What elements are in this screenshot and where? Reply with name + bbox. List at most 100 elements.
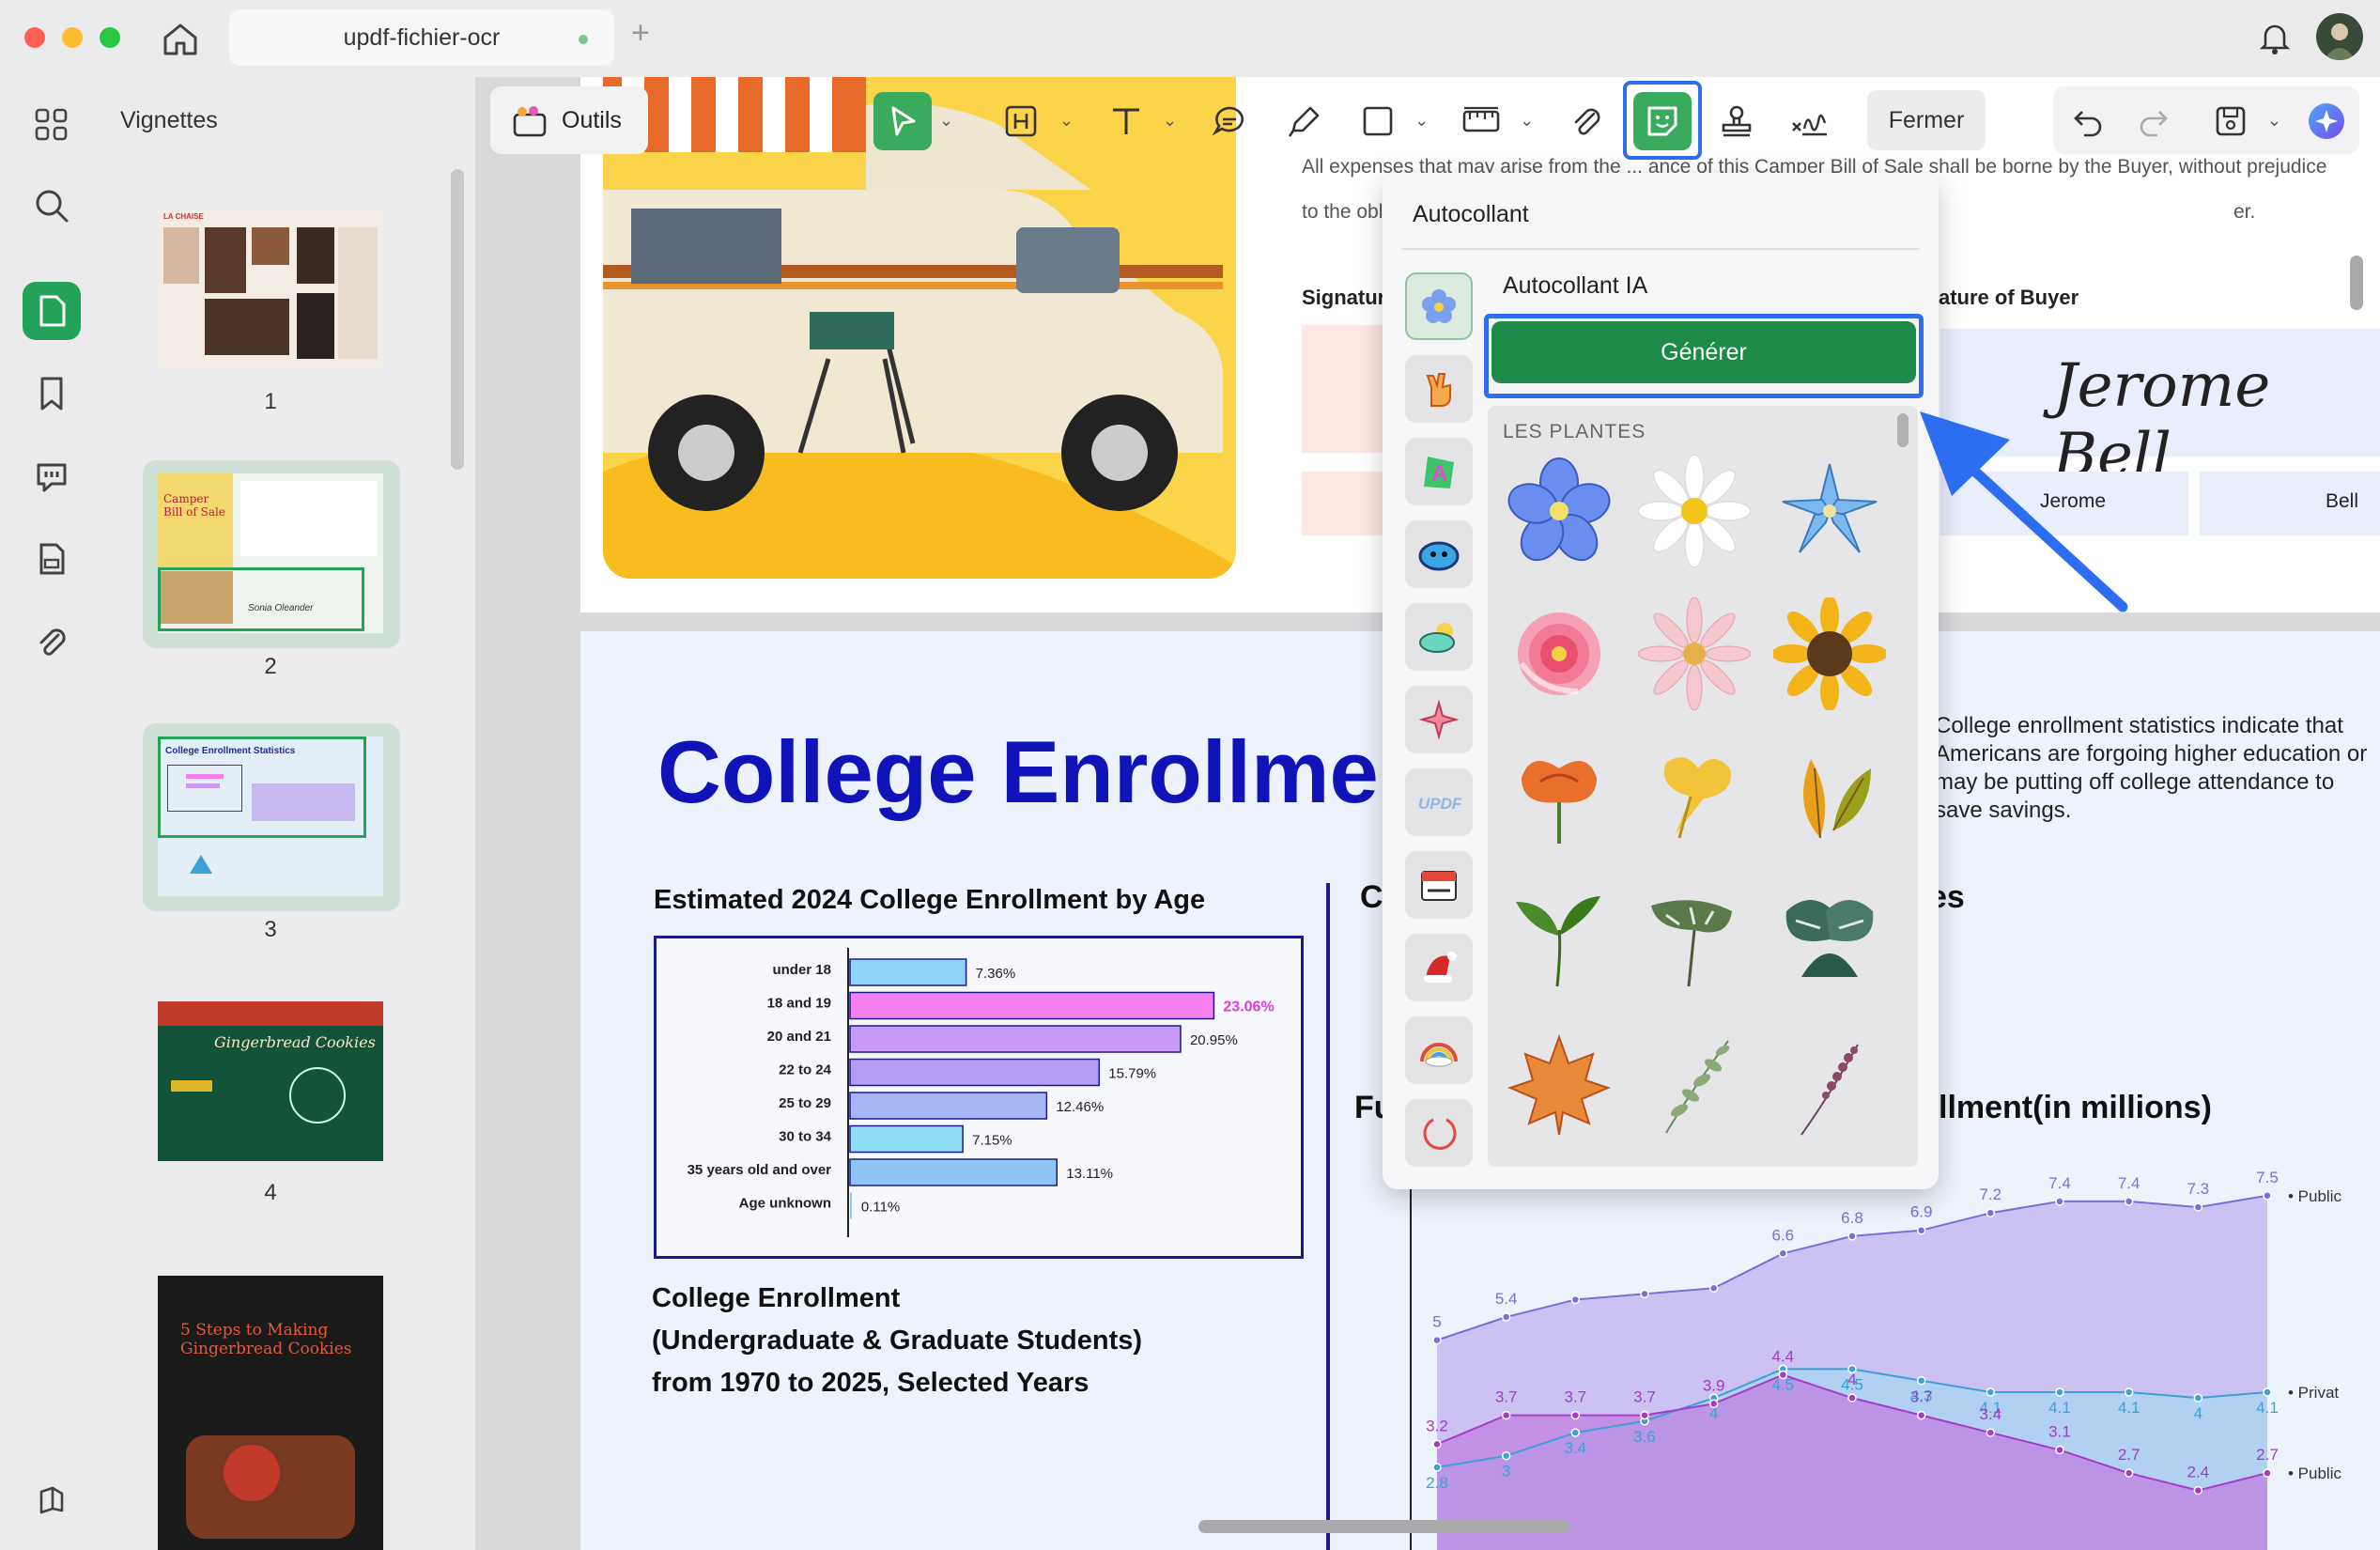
category-sparkle-icon[interactable] [1405,686,1473,753]
eucalyptus-sticker-icon[interactable] [1638,1030,1751,1142]
maple-leaf-sticker-icon[interactable] [1503,1030,1615,1142]
search-icon[interactable] [23,177,81,235]
thumb-bar [186,774,224,779]
maximize-window-button[interactable] [100,27,120,48]
data-point [2055,1197,2064,1206]
pink-daisy-sticker-icon[interactable] [1637,597,1752,711]
thumb-title: Gingerbread Cookies [214,1033,376,1051]
data-point [1501,1410,1511,1420]
outils-button[interactable]: Outils [490,86,648,154]
data-point [2193,1393,2203,1403]
chevron-down-icon[interactable]: ⌄ [1163,111,1177,131]
undo-icon[interactable] [2059,92,2117,150]
thumbnails-page-icon[interactable] [23,282,81,340]
bar-category-label: 25 to 29 [779,1095,831,1111]
category-sun-cloud-icon[interactable] [1405,603,1473,671]
green-sprout-sticker-icon[interactable] [1503,883,1615,996]
apps-grid-icon[interactable] [23,96,81,154]
monstera-leaves-sticker-icon[interactable] [1773,883,1886,996]
text-tool-button[interactable] [1097,92,1155,150]
thumb-image [205,227,246,293]
category-letter-a-icon[interactable]: A [1405,438,1473,505]
thumbnail-page-5[interactable]: 5 Steps to Making Gingerbread Cookies [158,1276,383,1550]
data-label: 2.7 [2118,1446,2140,1464]
thumb-title: 5 Steps to Making Gingerbread Cookies [180,1321,352,1358]
lavender-sprig-sticker-icon[interactable] [1773,1030,1886,1142]
heading-tool-button[interactable] [992,92,1050,150]
autumn-leaves-sticker-icon[interactable] [1773,740,1886,853]
chevron-down-icon[interactable]: ⌄ [1059,111,1074,131]
ai-assistant-icon[interactable] [2297,92,2356,150]
page-headline: College Enrollmen [657,722,1433,821]
sunflower-sticker-icon[interactable] [1771,596,1888,712]
orange-poppy-sticker-icon[interactable] [1503,740,1615,853]
form-icon[interactable] [23,530,81,588]
select-tool-button[interactable] [873,92,932,150]
thumbnail-page-1[interactable]: LA CHAISE [158,209,383,368]
category-hand-icon[interactable] [1405,355,1473,423]
chart-title: llment(in millions) [1939,1090,2212,1125]
paperclip-icon[interactable] [1557,92,1615,150]
add-tab-button[interactable]: + [631,15,650,52]
data-point [1916,1410,1926,1420]
save-icon[interactable] [2202,92,2260,150]
data-label: 4.4 [1772,1348,1795,1366]
comment-tool-button[interactable] [1200,92,1259,150]
intro-text: College enrollment statistics indicate t… [1935,713,2368,823]
highlighter-tool-button[interactable] [1275,92,1334,150]
home-icon[interactable] [160,19,201,60]
theme-icon[interactable] [23,1471,81,1529]
caption-line: College Enrollment [652,1283,901,1313]
category-rainbow-icon[interactable] [1405,1016,1473,1084]
divider [1401,248,1920,250]
thumb-image [297,293,334,359]
panel-title: Autocollant [1413,201,1529,227]
horizontal-scrollbar[interactable] [1198,1520,1570,1533]
bar-value-label: 7.36% [976,966,1016,982]
measure-tool-button[interactable] [1452,92,1510,150]
ginkgo-leaf-sticker-icon[interactable] [1638,740,1751,853]
daisy-sticker-icon[interactable] [1637,454,1752,568]
chevron-down-icon[interactable]: ⌄ [1414,111,1429,131]
document-tab[interactable]: updf-fichier-ocr [229,9,614,66]
redo-icon[interactable] [2125,92,2183,150]
category-circle-icon[interactable] [1405,1099,1473,1167]
comments-icon[interactable] [23,447,81,505]
data-label: 3.1 [2048,1423,2071,1441]
fermer-button[interactable]: Fermer [1867,90,1986,150]
thumbnail-page-3[interactable]: College Enrollment Statistics [158,736,383,896]
chevron-down-icon[interactable]: ⌄ [2267,111,2281,131]
attachment-icon[interactable] [23,612,81,671]
category-cloud-face-icon[interactable] [1405,520,1473,588]
data-label: 6.8 [1841,1209,1863,1227]
signature-tool-button[interactable] [1781,92,1839,150]
bar-category-label: 35 years old and over [688,1162,832,1178]
blue-star-flower-sticker-icon[interactable] [1773,455,1886,567]
thumbnail-page-2[interactable]: Camper Bill of Sale Sonia Oleander [158,473,383,633]
category-santa-hat-icon[interactable] [1405,934,1473,1001]
thumbnail-page-4[interactable]: Gingerbread Cookies [158,1001,383,1161]
generate-button[interactable]: Générer [1491,321,1916,383]
chevron-down-icon[interactable]: ⌄ [939,111,953,131]
blue-flower-sticker-icon[interactable] [1503,455,1615,567]
category-updf-icon[interactable]: UPDF [1405,768,1473,836]
category-calendar-icon[interactable] [1405,851,1473,919]
close-window-button[interactable] [24,27,45,48]
svg-text:UPDF: UPDF [1418,795,1461,813]
category-flower-icon[interactable] [1405,272,1473,340]
shape-tool-button[interactable] [1349,92,1407,150]
sticker-tool-button[interactable] [1633,92,1692,150]
bar-value-label: 23.06% [1223,1000,1274,1015]
monstera-leaf-sticker-icon[interactable] [1638,883,1751,996]
bell-icon[interactable] [2254,17,2295,58]
stamp-tool-button[interactable] [1708,92,1766,150]
bookmark-icon[interactable] [23,364,81,423]
data-point [2124,1197,2134,1206]
vertical-scrollbar[interactable] [2350,256,2363,310]
thumbnail-scrollbar[interactable] [451,169,464,470]
bar-category-label: 20 and 21 [767,1029,831,1045]
chevron-down-icon[interactable]: ⌄ [1520,111,1534,131]
avatar[interactable] [2316,13,2363,60]
minimize-window-button[interactable] [62,27,83,48]
pink-rose-sticker-icon[interactable] [1503,597,1615,710]
